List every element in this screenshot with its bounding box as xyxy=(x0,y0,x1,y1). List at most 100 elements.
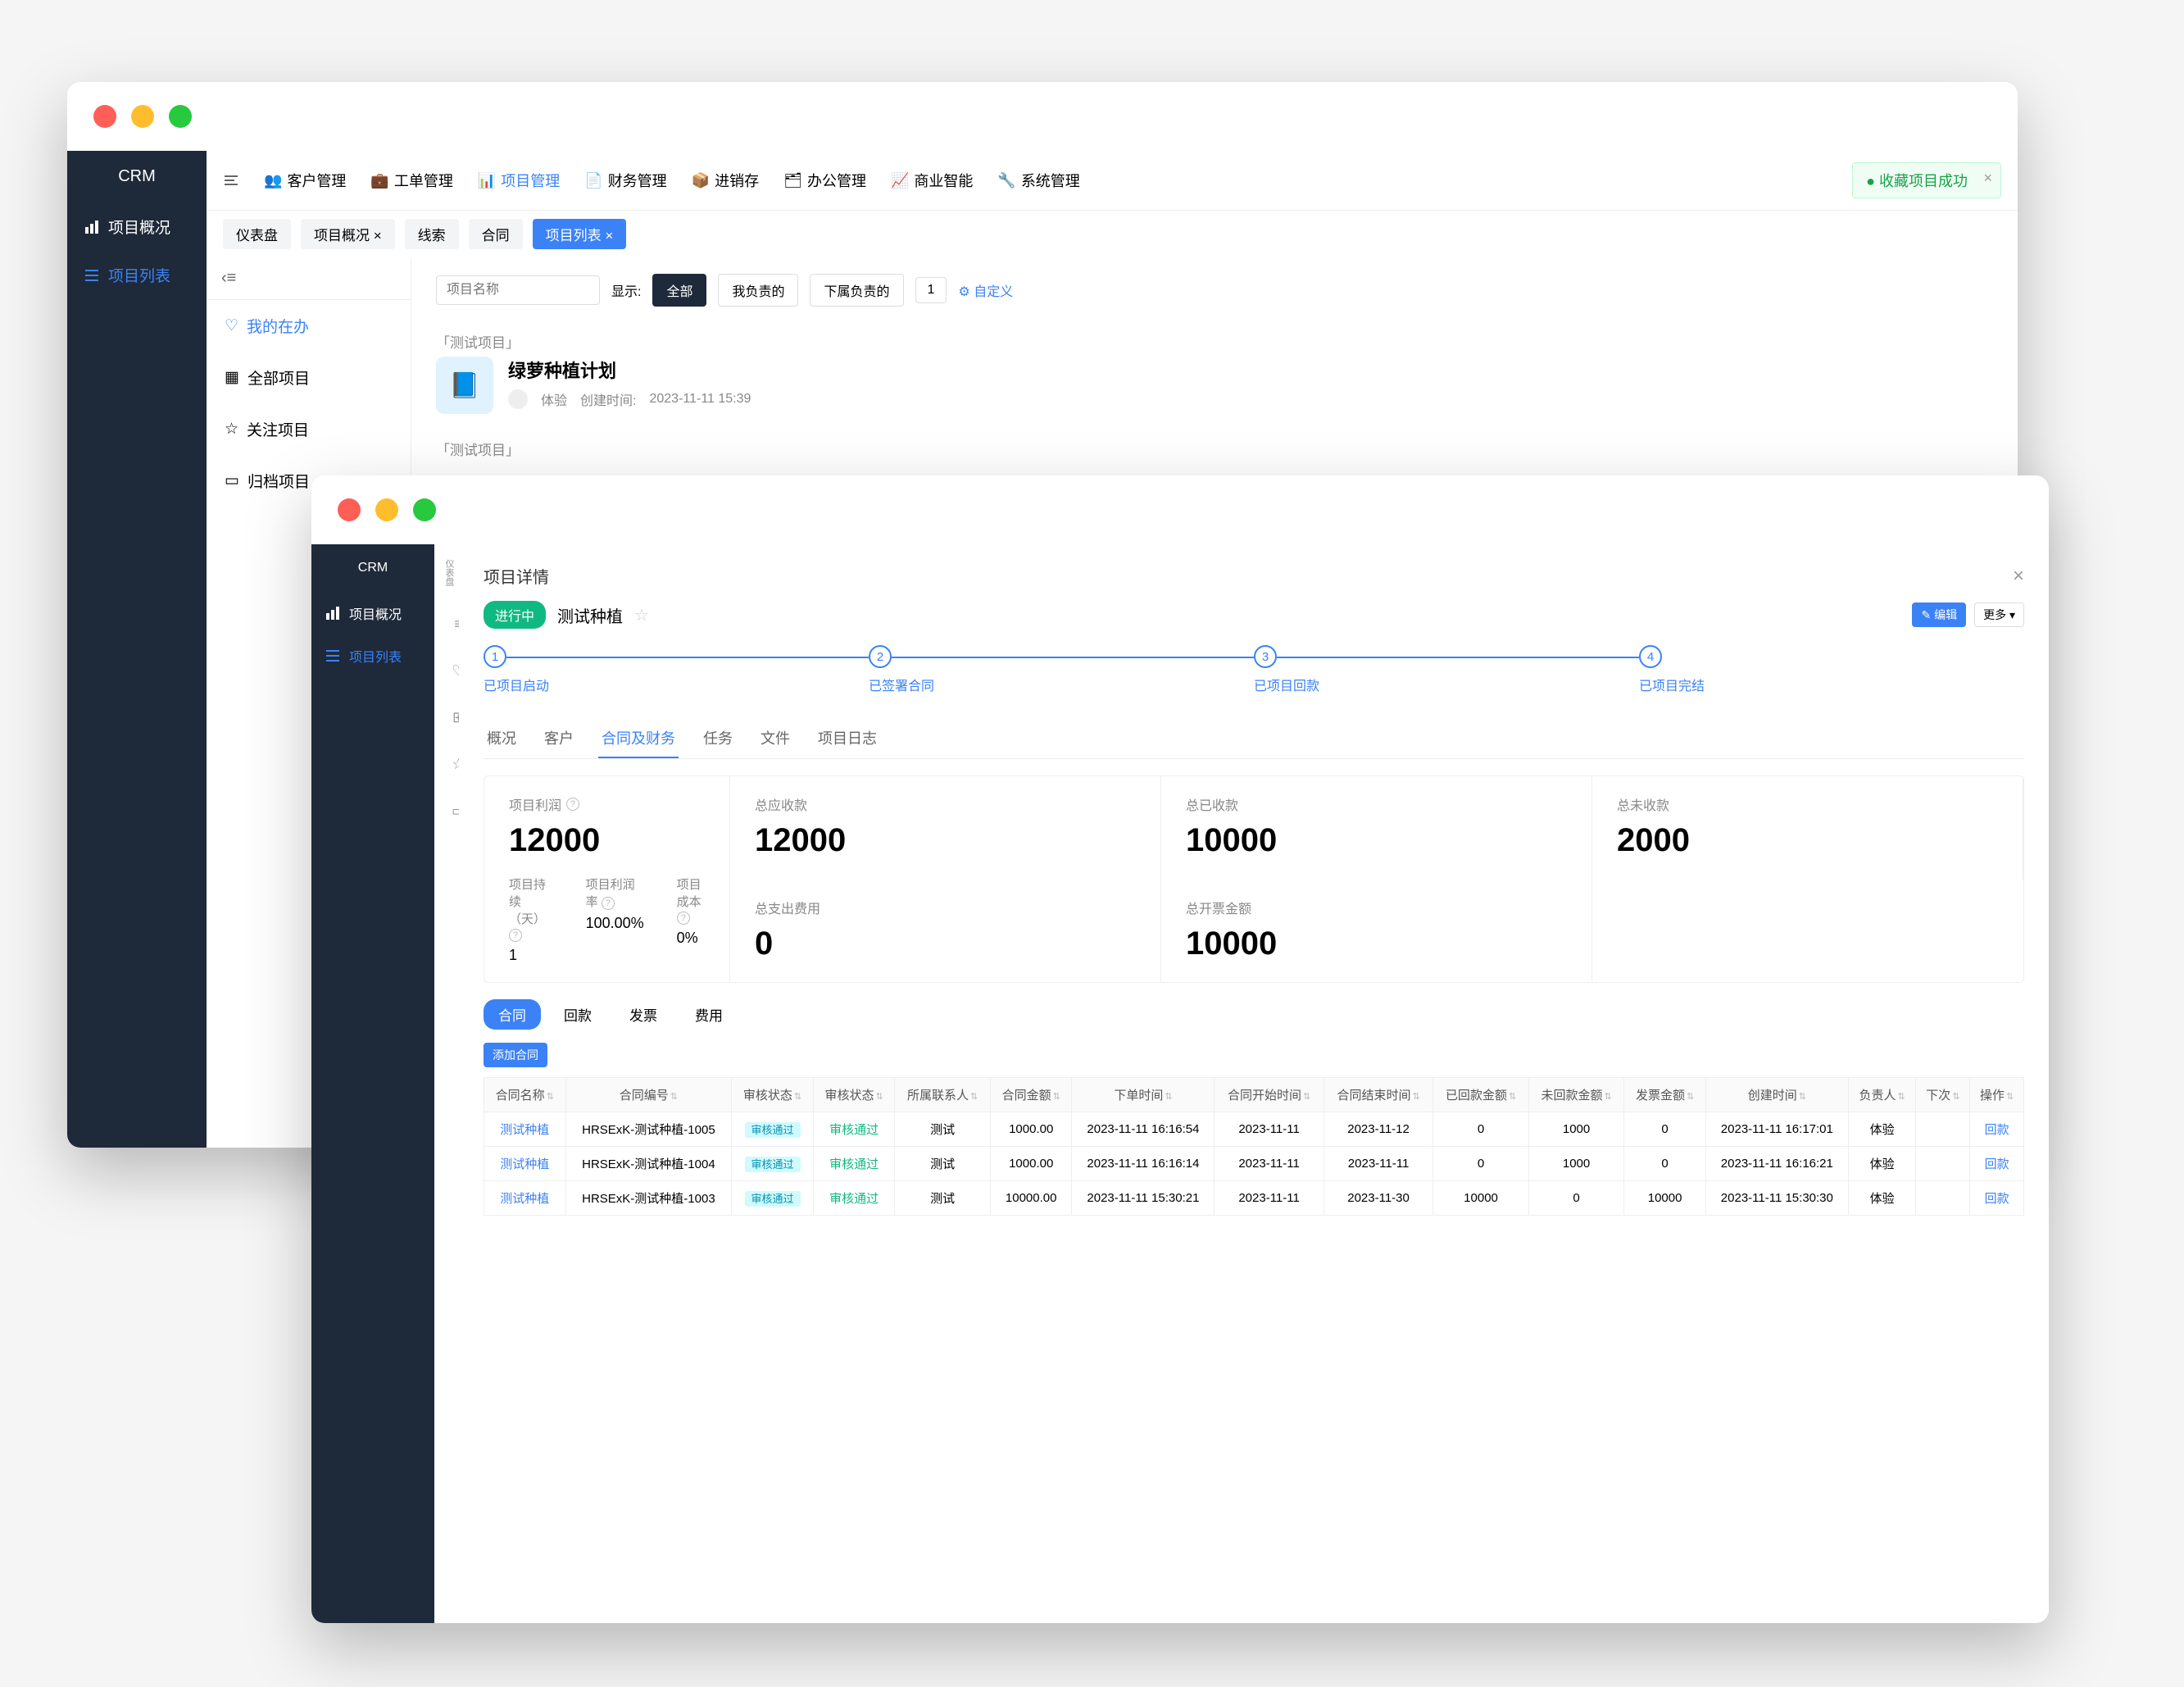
nav-bi[interactable]: 📈商业智能 xyxy=(891,170,973,191)
sort-icon[interactable]: ⇅ xyxy=(1509,1092,1516,1102)
sort-icon[interactable]: ⇅ xyxy=(970,1092,978,1102)
nav-system[interactable]: 🔧系统管理 xyxy=(997,170,1079,191)
sort-icon[interactable]: ⇅ xyxy=(1303,1092,1310,1102)
table-header[interactable]: 合同开始时间⇅ xyxy=(1215,1078,1324,1112)
table-header[interactable]: 已回款金额⇅ xyxy=(1433,1078,1529,1112)
action-link[interactable]: 回款 xyxy=(1985,1157,2009,1171)
nav-tickets[interactable]: 💼工单管理 xyxy=(370,170,452,191)
table-header[interactable]: 操作⇅ xyxy=(1970,1078,2024,1112)
sort-icon[interactable]: ⇅ xyxy=(794,1092,801,1102)
sort-icon[interactable]: ⇅ xyxy=(2006,1092,2014,1102)
sort-icon[interactable]: ⇅ xyxy=(547,1092,554,1102)
table-header[interactable]: 发票金额⇅ xyxy=(1624,1078,1706,1112)
window-project-detail: CRM 项目概况 项目列表 仪表盘 ≡ ♡ ⊞ ☆ ▭ xyxy=(311,475,2049,1623)
sidebar-item-overview[interactable]: 项目概况 xyxy=(311,592,434,634)
search-input[interactable] xyxy=(436,275,600,305)
dtab-overview[interactable]: 概况 xyxy=(484,719,520,758)
minimize-icon[interactable] xyxy=(131,105,154,128)
info-icon[interactable]: ? xyxy=(566,798,579,811)
close-icon[interactable]: × xyxy=(2013,565,2024,588)
sidebar-item-overview[interactable]: 项目概况 xyxy=(67,202,207,251)
dtab-contract-finance[interactable]: 合同及财务 xyxy=(598,719,679,758)
table-header[interactable]: 合同编号⇅ xyxy=(565,1078,732,1112)
sort-icon[interactable]: ⇅ xyxy=(1952,1092,1959,1102)
action-link[interactable]: 回款 xyxy=(1985,1123,2009,1137)
info-icon[interactable]: ? xyxy=(677,912,690,925)
step-number: 4 xyxy=(1639,645,1662,668)
contract-name-link[interactable]: 测试种植 xyxy=(500,1157,549,1171)
contract-name-link[interactable]: 测试种植 xyxy=(500,1123,549,1137)
table-header[interactable]: 下次⇅ xyxy=(1916,1078,1970,1112)
sort-icon[interactable]: ⇅ xyxy=(1898,1092,1905,1102)
sort-icon[interactable]: ⇅ xyxy=(670,1092,678,1102)
star-icon[interactable]: ☆ xyxy=(634,605,649,625)
action-link[interactable]: 回款 xyxy=(1985,1192,2009,1206)
table-header[interactable]: 合同金额⇅ xyxy=(990,1078,1072,1112)
filter-collapse[interactable]: ‹≡ xyxy=(207,257,411,300)
menu-toggle-icon[interactable] xyxy=(223,172,239,189)
filter-all[interactable]: ▦ 全部项目 xyxy=(207,352,411,403)
sort-icon[interactable]: ⇅ xyxy=(1412,1092,1419,1102)
info-icon[interactable]: ? xyxy=(509,929,522,942)
table-header[interactable]: 未回款金额⇅ xyxy=(1528,1078,1624,1112)
sort-icon[interactable]: ⇅ xyxy=(1604,1092,1611,1102)
filter-starred[interactable]: ☆ 关注项目 xyxy=(207,403,411,455)
tab-leads[interactable]: 线索 xyxy=(405,219,459,249)
close-icon[interactable] xyxy=(338,498,361,521)
sidebar-item-list[interactable]: 项目列表 xyxy=(311,634,434,677)
dtab-tasks[interactable]: 任务 xyxy=(700,719,736,758)
project-card[interactable]: 「测试项目」 📘 绿萝种植计划 体验 创建时间: 2023-11- xyxy=(436,331,1993,414)
stat-value: 10000 xyxy=(1186,925,1567,962)
table-header[interactable]: 创建时间⇅ xyxy=(1705,1078,1848,1112)
stat-label: 总已收款 xyxy=(1186,794,1567,814)
maximize-icon[interactable] xyxy=(413,498,436,521)
table-header[interactable]: 所属联系人⇅ xyxy=(895,1078,991,1112)
info-icon[interactable]: ? xyxy=(602,897,615,910)
nav-office[interactable]: 🗂办公管理 xyxy=(783,170,866,191)
minimize-icon[interactable] xyxy=(375,498,398,521)
more-button[interactable]: 更多 ▾ xyxy=(1974,602,2024,627)
tab-contracts[interactable]: 合同 xyxy=(469,219,523,249)
edit-button[interactable]: ✎ 编辑 xyxy=(1912,602,1966,627)
close-icon[interactable]: × xyxy=(1983,170,1992,187)
maximize-icon[interactable] xyxy=(169,105,192,128)
dtab-files[interactable]: 文件 xyxy=(757,719,793,758)
customize-link[interactable]: ⚙ 自定义 xyxy=(958,280,1013,300)
dtab-customer[interactable]: 客户 xyxy=(541,719,577,758)
sort-icon[interactable]: ⇅ xyxy=(1053,1092,1060,1102)
dtab-log[interactable]: 项目日志 xyxy=(815,719,880,758)
filter-label: 关注项目 xyxy=(247,418,309,440)
nav-finance[interactable]: 📄财务管理 xyxy=(584,170,666,191)
tab-overview[interactable]: 项目概况 × xyxy=(301,219,395,249)
table-header[interactable]: 审核状态⇅ xyxy=(732,1078,814,1112)
sidebar-item-list[interactable]: 项目列表 xyxy=(67,251,207,299)
filter-all-btn[interactable]: 全部 xyxy=(652,274,706,307)
filter-label: 全部项目 xyxy=(247,366,310,389)
subtab-invoice[interactable]: 发票 xyxy=(615,999,672,1030)
nav-customers[interactable]: 👥客户管理 xyxy=(264,170,346,191)
subtab-contract[interactable]: 合同 xyxy=(484,999,541,1030)
audit-tag: 审核通过 xyxy=(745,1122,801,1138)
table-header[interactable]: 合同结束时间⇅ xyxy=(1324,1078,1433,1112)
close-icon[interactable] xyxy=(93,105,116,128)
subtab-payment[interactable]: 回款 xyxy=(549,999,606,1030)
nav-projects[interactable]: 📊项目管理 xyxy=(478,170,560,191)
sort-icon[interactable]: ⇅ xyxy=(1687,1092,1694,1102)
table-header[interactable]: 合同名称⇅ xyxy=(484,1078,566,1112)
cell-end: 2023-11-30 xyxy=(1324,1181,1433,1216)
tab-dashboard[interactable]: 仪表盘 xyxy=(223,219,291,249)
filter-mine-btn[interactable]: 我负责的 xyxy=(718,274,798,307)
contract-name-link[interactable]: 测试种植 xyxy=(500,1192,549,1206)
sort-icon[interactable]: ⇅ xyxy=(876,1092,883,1102)
table-header[interactable]: 下单时间⇅ xyxy=(1072,1078,1215,1112)
filter-my-active[interactable]: ♡ 我的在办 xyxy=(207,300,411,352)
nav-inventory[interactable]: 📦进销存 xyxy=(692,170,759,191)
add-contract-button[interactable]: 添加合同 xyxy=(484,1043,547,1067)
sort-icon[interactable]: ⇅ xyxy=(1799,1092,1806,1102)
table-header[interactable]: 审核状态⇅ xyxy=(813,1078,895,1112)
subtab-expense[interactable]: 费用 xyxy=(680,999,738,1030)
tab-project-list[interactable]: 项目列表 × xyxy=(533,219,627,249)
filter-sub-btn[interactable]: 下属负责的 xyxy=(810,274,903,307)
sort-icon[interactable]: ⇅ xyxy=(1165,1092,1172,1102)
table-header[interactable]: 负责人⇅ xyxy=(1848,1078,1916,1112)
